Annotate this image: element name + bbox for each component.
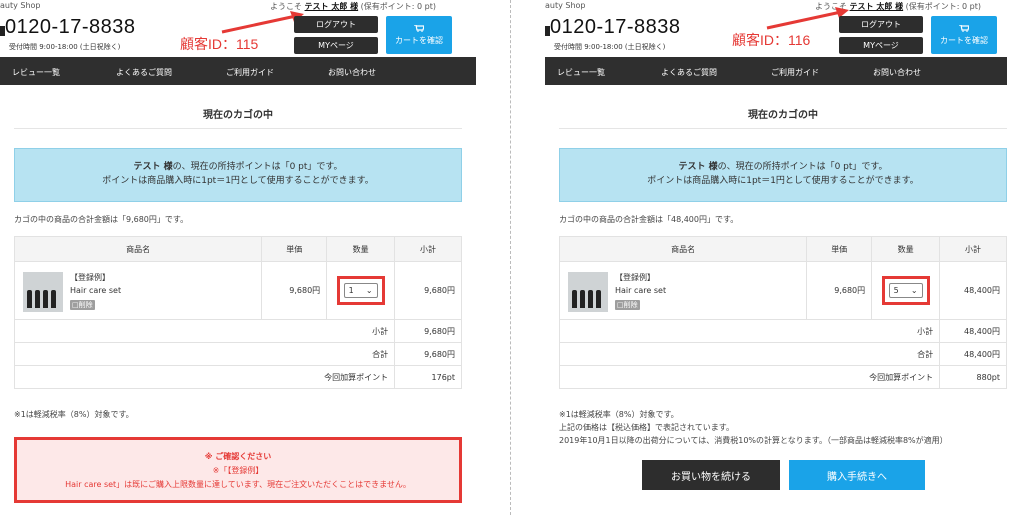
cart-icon [959, 24, 969, 32]
nav-contact[interactable]: お問い合わせ [328, 67, 376, 78]
continue-shopping-button[interactable]: お買い物を続ける [642, 460, 780, 490]
points-value: 880pt [939, 365, 1007, 389]
col-subtotal: 小計 [394, 236, 462, 262]
line-subtotal: 48,400円 [939, 261, 1007, 320]
delete-button[interactable]: □削除 [70, 300, 95, 310]
product-tag: 【登録例】 [70, 273, 110, 282]
title-divider [559, 128, 1007, 129]
points-value: 176pt [394, 365, 462, 389]
col-subtotal: 小計 [939, 236, 1007, 262]
product-thumbnail[interactable] [23, 272, 63, 312]
main-nav: レビュー一覧 よくあるご質問 ご利用ガイド お問い合わせ [0, 57, 476, 85]
phone-number: 0120-17-8838 [550, 16, 681, 38]
mypage-button[interactable]: MYページ [294, 37, 378, 54]
nav-reviews[interactable]: レビュー一覧 [12, 67, 60, 78]
col-product: 商品名 [13, 236, 263, 262]
tax-notes: ※1は軽減税率（8%）対象です。 上記の価格は【税込価格】で表記されています。 … [559, 410, 948, 445]
quantity-highlight: 5 ⌄ [881, 276, 930, 305]
logout-button[interactable]: ログアウト [294, 16, 378, 33]
delete-button[interactable]: □削除 [615, 300, 640, 310]
page-title: 現在のカゴの中 [748, 110, 818, 121]
business-hours: 受付時間 9:00-18:00 (土日祝除く) [9, 43, 121, 51]
col-product: 商品名 [558, 236, 808, 262]
mypage-button[interactable]: MYページ [839, 37, 923, 54]
total-label: 合計 [558, 342, 941, 366]
table-row: 【登録例】 Hair care set □削除 9,680円 5 ⌄ 48,40… [558, 261, 1007, 320]
product-cell: 【登録例】 Hair care set □削除 [558, 261, 808, 320]
product-tag: 【登録例】 [615, 273, 655, 282]
business-hours: 受付時間 9:00-18:00 (土日祝除く) [554, 43, 666, 51]
nav-guide[interactable]: ご利用ガイド [771, 67, 819, 78]
main-nav: レビュー一覧 よくあるご質問 ご利用ガイド お問い合わせ [545, 57, 1007, 85]
title-divider [14, 128, 462, 129]
quantity-cell: 5 ⌄ [871, 261, 941, 320]
chevron-down-icon: ⌄ [910, 286, 918, 295]
logout-button[interactable]: ログアウト [839, 16, 923, 33]
col-quantity: 数量 [326, 236, 396, 262]
product-name[interactable]: Hair care set [70, 286, 121, 295]
checkout-button[interactable]: 購入手続きへ [789, 460, 925, 490]
user-name-link[interactable]: テスト 太郎 様 [850, 2, 904, 11]
page-title: 現在のカゴの中 [203, 110, 273, 121]
quantity-highlight: 1 ⌄ [336, 276, 385, 305]
panel-divider [510, 0, 511, 515]
quantity-select[interactable]: 1 ⌄ [343, 283, 378, 298]
product-thumbnail[interactable] [568, 272, 608, 312]
line-subtotal: 9,680円 [394, 261, 462, 320]
subtotal-label: 小計 [558, 319, 941, 343]
nav-contact[interactable]: お問い合わせ [873, 67, 921, 78]
total-value: 48,400円 [939, 342, 1007, 366]
product-name[interactable]: Hair care set [615, 286, 666, 295]
purchase-limit-alert: ※ ご確認ください ※「【登録例】 Hair care set」は既にご購入上限… [14, 437, 462, 503]
shop-name: auty Shop [545, 1, 586, 10]
user-name-link[interactable]: テスト 太郎 様 [305, 2, 359, 11]
view-cart-button[interactable]: カートを確認 [386, 16, 452, 54]
quantity-select[interactable]: 5 ⌄ [888, 283, 923, 298]
tax-note: ※1は軽減税率（8%）対象です。 [14, 410, 134, 419]
cart-total-summary: カゴの中の商品の合計金額は「9,680円」です。 [14, 215, 189, 224]
quantity-cell: 1 ⌄ [326, 261, 396, 320]
nav-reviews[interactable]: レビュー一覧 [557, 67, 605, 78]
phone-number: 0120-17-8838 [5, 16, 136, 38]
subtotal-value: 9,680円 [394, 319, 462, 343]
cart-table: 商品名 単価 数量 小計 【登録例】 Hair care set □削除 9,6… [558, 236, 1007, 389]
customer-id-label: 顧客ID：115 [180, 36, 259, 52]
customer-id-label: 顧客ID：116 [732, 32, 811, 48]
points-label: 今回加算ポイント [13, 365, 396, 389]
subtotal-label: 小計 [13, 319, 396, 343]
col-unit-price: 単価 [806, 236, 873, 262]
nav-faq[interactable]: よくあるご質問 [661, 67, 717, 78]
cart-icon [414, 24, 424, 32]
unit-price: 9,680円 [261, 261, 328, 320]
col-quantity: 数量 [871, 236, 941, 262]
nav-guide[interactable]: ご利用ガイド [226, 67, 274, 78]
points-info-box: テスト 様の、現在の所持ポイントは「0 pt」です。 ポイントは商品購入時に1p… [14, 148, 462, 202]
view-cart-button[interactable]: カートを確認 [931, 16, 997, 54]
cart-table: 商品名 単価 数量 小計 【登録例】 Hair care set □削除 9,6… [13, 236, 462, 389]
shop-name: auty Shop [0, 1, 41, 10]
points-label: 今回加算ポイント [558, 365, 941, 389]
total-value: 9,680円 [394, 342, 462, 366]
product-cell: 【登録例】 Hair care set □削除 [13, 261, 263, 320]
cart-total-summary: カゴの中の商品の合計金額は「48,400円」です。 [559, 215, 739, 224]
total-label: 合計 [13, 342, 396, 366]
chevron-down-icon: ⌄ [365, 286, 373, 295]
table-row: 【登録例】 Hair care set □削除 9,680円 1 ⌄ 9,680… [13, 261, 462, 320]
subtotal-value: 48,400円 [939, 319, 1007, 343]
points-info-box: テスト 様の、現在の所持ポイントは「0 pt」です。 ポイントは商品購入時に1p… [559, 148, 1007, 202]
col-unit-price: 単価 [261, 236, 328, 262]
left-cart-panel: auty Shop ようこそ テスト 太郎 様 (保有ポイント: 0 pt) 0… [0, 0, 476, 515]
unit-price: 9,680円 [806, 261, 873, 320]
right-cart-panel: auty Shop ようこそ テスト 太郎 様 (保有ポイント: 0 pt) 0… [545, 0, 1024, 515]
nav-faq[interactable]: よくあるご質問 [116, 67, 172, 78]
